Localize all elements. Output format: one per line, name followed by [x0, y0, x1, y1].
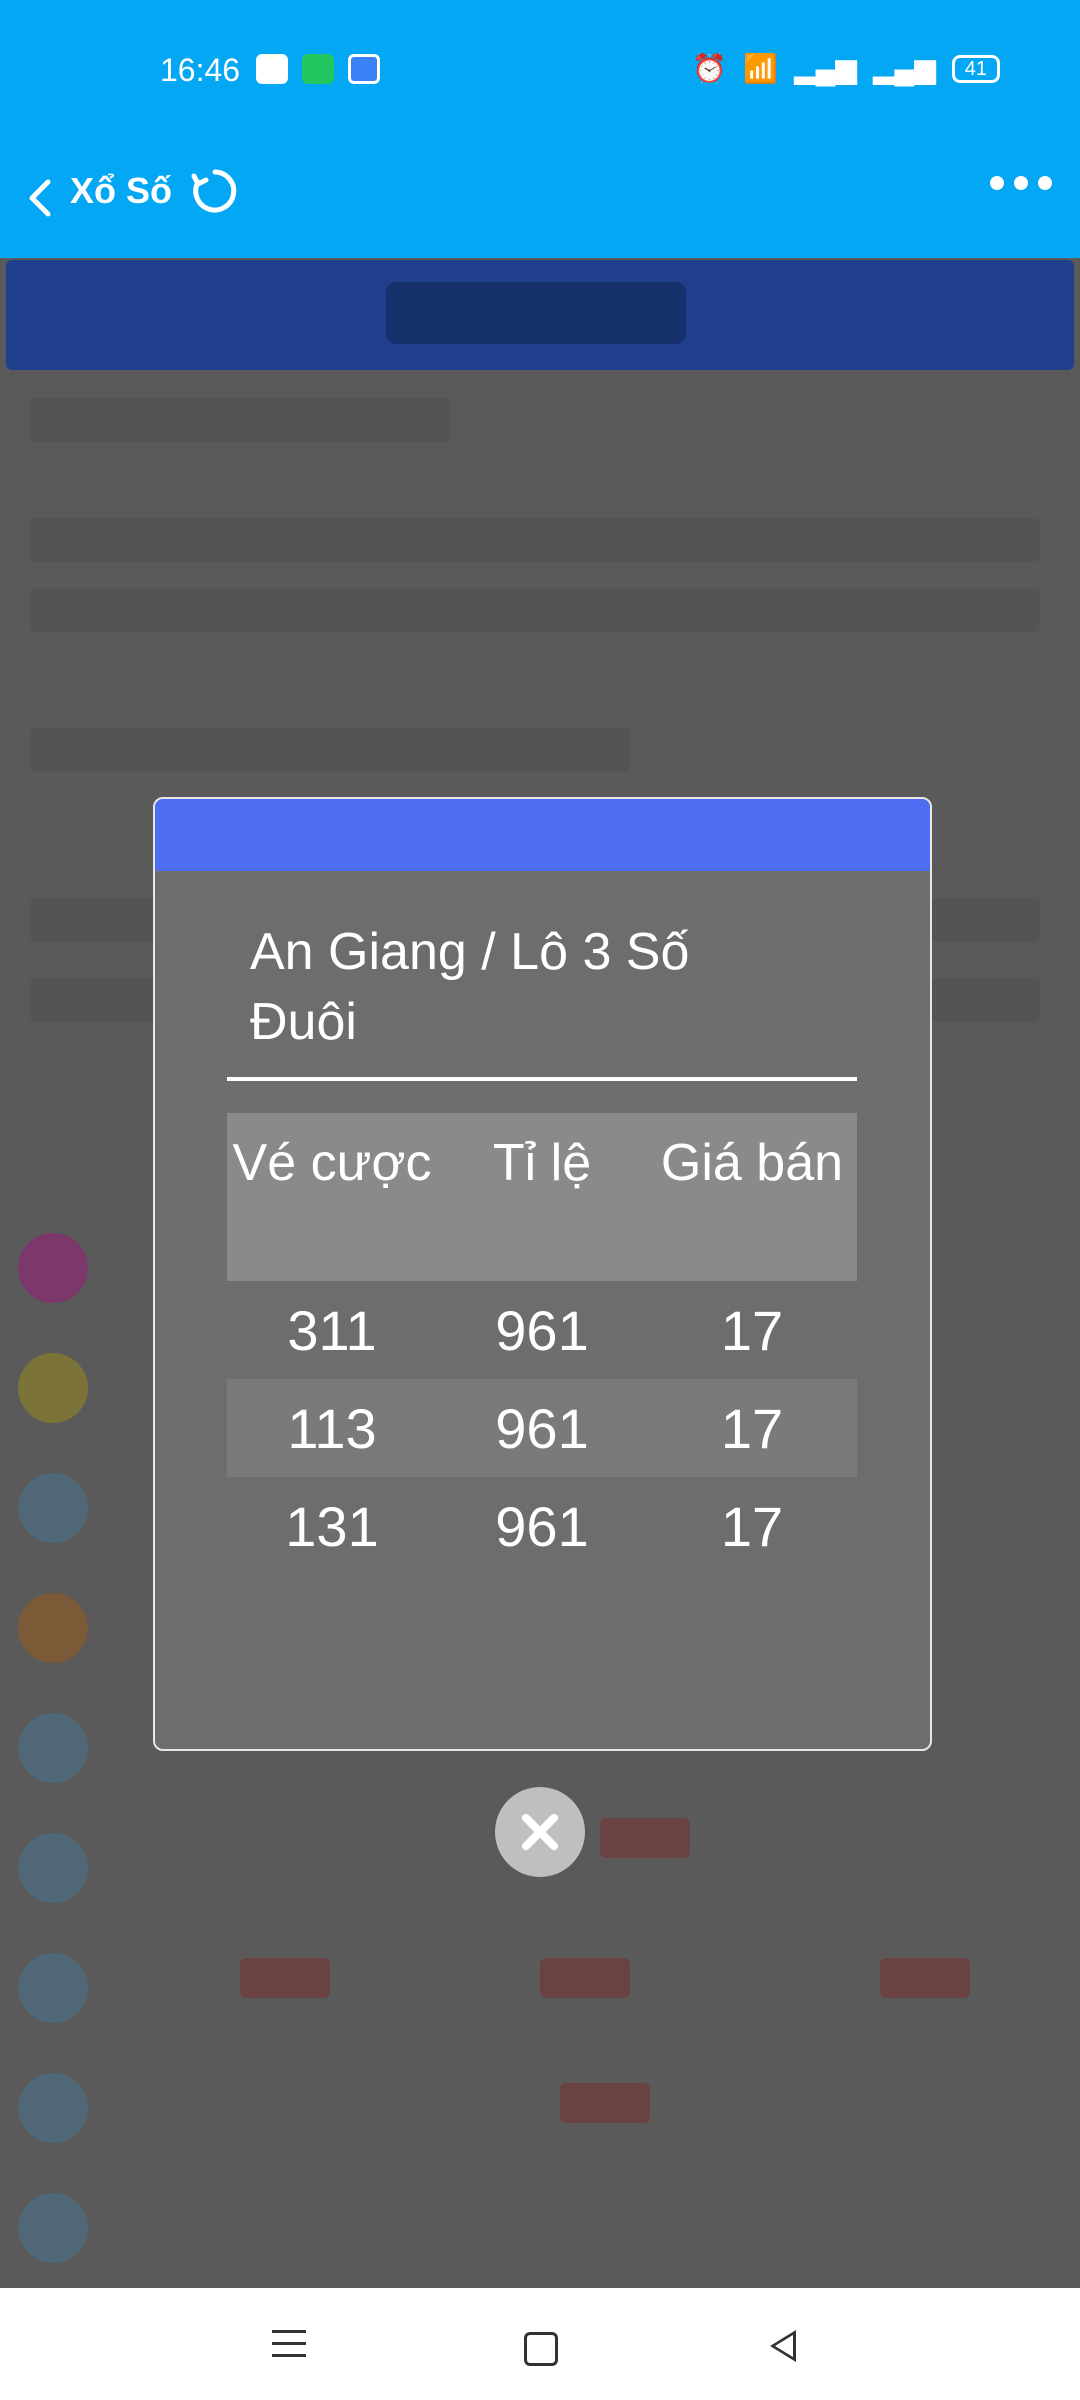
status-time: 16:46 [160, 52, 241, 88]
bg-header [6, 260, 1074, 370]
system-nav-bar [0, 2288, 1080, 2400]
app-bar: Xổ Số [0, 140, 1080, 258]
cell-ticket: 311 [287, 1298, 377, 1362]
cell-price: 17 [720, 1494, 784, 1558]
title-divider [227, 1077, 857, 1081]
bet-detail-modal: An Giang / Lô 3 Số Đuôi Vé cược Tỉ lệ Gi… [153, 797, 932, 1751]
cell-price: 17 [720, 1396, 784, 1460]
table-header: Vé cược Tỉ lệ Giá bán [227, 1113, 857, 1281]
app-notification-icon [256, 54, 288, 84]
refresh-icon[interactable] [190, 166, 240, 216]
back-icon[interactable] [20, 168, 60, 228]
status-bar: 16:46 ⏰ 📶 ▂▄▆ ▂▄▆ 41 [0, 0, 1080, 140]
message-notification-icon [302, 54, 334, 84]
table-row: 311 961 17 [227, 1281, 857, 1379]
signal2-icon: ▂▄▆ [872, 53, 936, 84]
app-title: Xổ Số [70, 170, 173, 211]
cell-ticket: 131 [285, 1494, 379, 1558]
close-modal-button[interactable] [495, 1787, 585, 1877]
column-header-ticket: Vé cược [232, 1134, 432, 1192]
recent-apps-icon[interactable] [272, 2330, 306, 2366]
modal-title: An Giang / Lô 3 Số Đuôi [250, 923, 690, 1051]
home-icon[interactable] [524, 2332, 558, 2366]
battery-icon: 41 [951, 54, 1000, 83]
column-header-price: Giá bán [660, 1134, 844, 1192]
bet-table: Vé cược Tỉ lệ Giá bán 311 961 17 113 961… [227, 1113, 857, 1575]
app2-notification-icon [348, 54, 380, 84]
cell-price: 17 [720, 1298, 784, 1362]
table-row: 131 961 17 [227, 1477, 857, 1575]
wifi-icon: 📶 [743, 53, 778, 84]
signal-icon: ▂▄▆ [793, 53, 857, 84]
system-icons: ⏰ 📶 ▂▄▆ ▂▄▆ 41 [692, 52, 1000, 85]
alarm-icon: ⏰ [692, 53, 728, 84]
modal-header [155, 799, 930, 871]
table-row: 113 961 17 [227, 1379, 857, 1477]
cell-ratio: 961 [495, 1298, 589, 1362]
more-icon[interactable] [990, 176, 1052, 190]
cell-ticket: 113 [287, 1396, 377, 1460]
nav-back-icon[interactable] [770, 2330, 796, 2362]
notification-icons [256, 54, 380, 84]
cell-ratio: 961 [495, 1396, 589, 1460]
column-header-ratio: Tỉ lệ [492, 1134, 592, 1192]
cell-ratio: 961 [495, 1494, 589, 1558]
